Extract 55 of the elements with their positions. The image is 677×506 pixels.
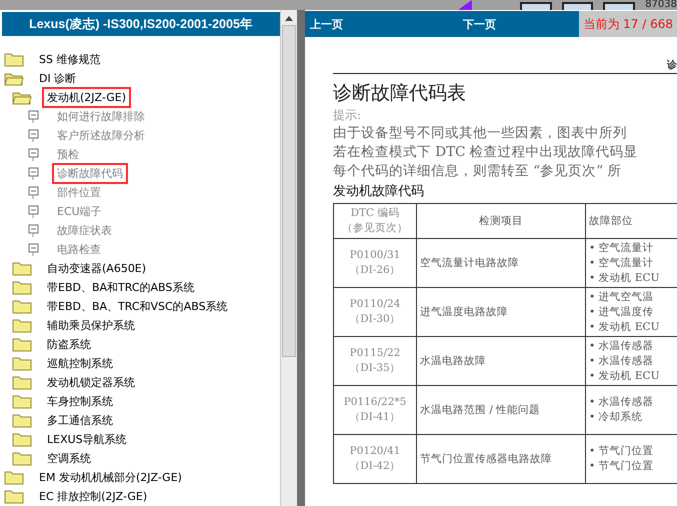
- sidebar-title: Lexus(凌志) -IS300,IS200-2001-2005年: [2, 12, 280, 36]
- hint-text-line: 每个代码的详细信息，则需转至 “参见页次” 所: [333, 162, 622, 181]
- tree-item[interactable]: 带EBD、BA、TRC和VSC的ABS系统: [42, 296, 233, 317]
- tree-item[interactable]: 电路检查: [52, 239, 106, 260]
- page-indicator: 当前为 17 / 668: [579, 11, 677, 37]
- hint-text-line: 由于设备型号不同或其他一些因素，图表中所列: [333, 124, 628, 143]
- column-header: DTC 编码 （参见页次）: [334, 204, 416, 238]
- table-cell: P0100/31 （DI-26）: [334, 238, 416, 288]
- tree-item[interactable]: EM 发动机机械部分(2JZ-GE): [34, 467, 187, 488]
- tree-item[interactable]: 防盗系统: [42, 334, 96, 355]
- column-header: 检测项目: [416, 204, 586, 238]
- tree-item[interactable]: 空调系统: [42, 448, 96, 469]
- table-cell: 空气流量计电路故障: [416, 238, 586, 288]
- tree-item[interactable]: 客户所述故障分析: [52, 125, 150, 146]
- tree-item[interactable]: EC 排放控制(2JZ-GE): [34, 486, 152, 506]
- scroll-thumb[interactable]: [282, 25, 296, 357]
- document-title: 诊断故障代码表: [333, 81, 467, 106]
- tree-item[interactable]: 车身控制系统: [42, 391, 118, 412]
- tree-item[interactable]: SS 维修规范: [34, 49, 106, 70]
- triangle-icon: [458, 0, 472, 10]
- table-cell: P0120/41 （DI-42）: [334, 434, 416, 484]
- tree-item[interactable]: DI 诊断: [34, 68, 82, 89]
- tree-item[interactable]: 多工通信系统: [42, 410, 118, 431]
- table-cell: 进气温度电路故障: [416, 288, 586, 336]
- tree-item[interactable]: 诊断故障代码: [52, 163, 128, 184]
- table-cell: 节气门位置传感器电路故障: [416, 434, 586, 484]
- section-heading: 发动机故障代码: [333, 183, 425, 200]
- toolbar-button[interactable]: [603, 2, 636, 10]
- scrollbar[interactable]: [280, 10, 297, 506]
- tree-item[interactable]: ECU端子: [52, 201, 107, 222]
- column-header: 故障部位: [586, 204, 677, 238]
- scroll-up-icon[interactable]: [285, 16, 293, 21]
- tree-item[interactable]: 如何进行故障排除: [52, 106, 150, 127]
- tree-item[interactable]: 辅助乘员保护系统: [42, 315, 140, 336]
- table-cell: P0110/24 （DI-30）: [334, 288, 416, 336]
- tree-item[interactable]: 发动机(2JZ-GE): [42, 87, 132, 108]
- previous-page-link[interactable]: 上一页: [310, 16, 343, 32]
- table-cell: 水温电路故障: [416, 336, 586, 386]
- tree-item[interactable]: 故障症状表: [52, 220, 117, 241]
- tree-item[interactable]: 巡航控制系统: [42, 353, 118, 374]
- toolbar-button[interactable]: [562, 2, 594, 10]
- table-cell: P0115/22 （DI-35）: [334, 336, 416, 386]
- next-page-link[interactable]: 下一页: [463, 16, 496, 32]
- tree-item[interactable]: 自动变速器(A650E): [42, 258, 152, 279]
- table-cell: P0116/22*5 （DI-41）: [334, 386, 416, 434]
- tree-item[interactable]: 预检: [52, 144, 84, 165]
- header-text: 诊: [667, 59, 677, 73]
- hint-label: 提示:: [333, 107, 362, 124]
- tree-item[interactable]: 发动机锁定器系统: [42, 372, 140, 393]
- tree-item[interactable]: 部件位置: [52, 182, 106, 203]
- toolbar-button[interactable]: [520, 2, 552, 10]
- tree-item[interactable]: LEXUS导航系统: [42, 429, 132, 450]
- table-cell: 水温电路范围 / 性能问题: [416, 386, 586, 434]
- hint-text-line: 若在检查模式下 DTC 检查过程中出现故障代码显: [333, 143, 639, 162]
- tree-item[interactable]: 带EBD、BA和TRC的ABS系统: [42, 277, 200, 298]
